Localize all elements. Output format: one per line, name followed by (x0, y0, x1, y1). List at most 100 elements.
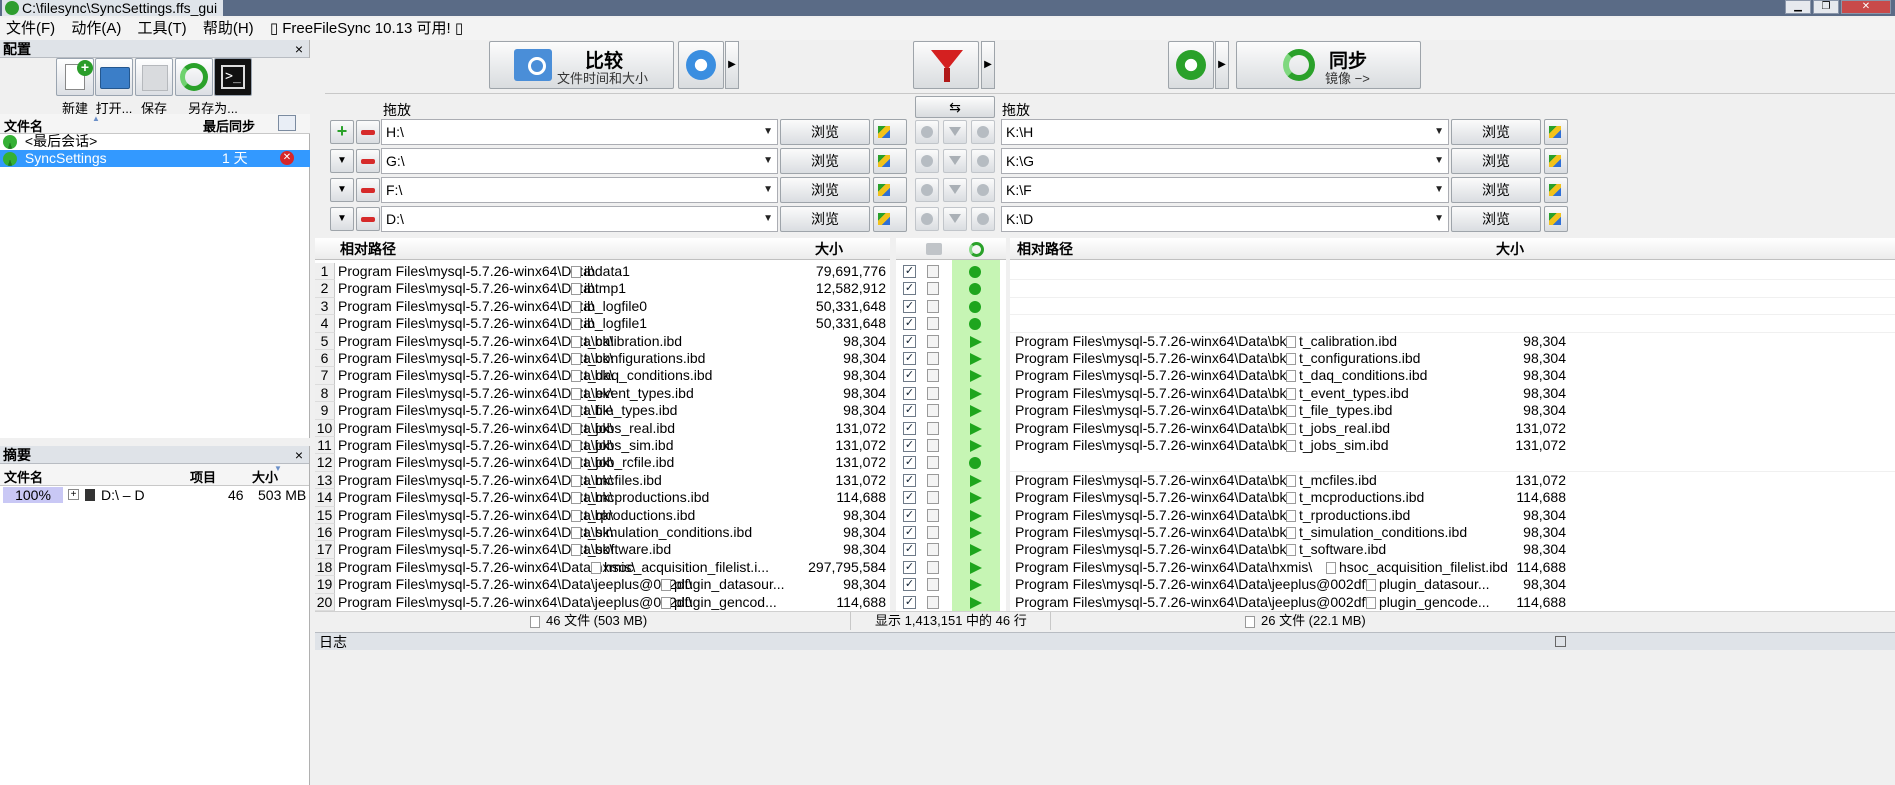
right-browse-button[interactable]: 浏览 (1451, 177, 1541, 203)
create-right-icon[interactable] (969, 457, 981, 470)
remove-folder-pair-button[interactable] (356, 207, 380, 231)
menu-action[interactable]: 动作(A) (65, 18, 127, 40)
table-row[interactable]: 12 Program Files\mysql-5.7.26-winx64\Dat… (315, 454, 890, 472)
close-window-button[interactable]: ✕ (1841, 0, 1891, 14)
table-row[interactable]: Program Files\mysql-5.7.26-winx64\Data\j… (1010, 576, 1895, 593)
include-checkbox[interactable]: ✓ (903, 334, 916, 348)
swap-sides-button[interactable]: ⇆ (915, 96, 995, 118)
right-folder-input[interactable]: K:\H ▼ (1001, 119, 1449, 145)
add-folder-pair-button[interactable]: + (330, 120, 354, 144)
filter-config-button[interactable] (943, 178, 967, 202)
camera-icon[interactable] (926, 243, 942, 255)
table-row[interactable]: Program Files\mysql-5.7.26-winx64\Data\b… (1010, 402, 1895, 419)
save-as-batch-button[interactable]: >_ (214, 58, 252, 96)
synchronize-button[interactable]: 同步 镜像 −> (1236, 41, 1421, 89)
log-expand-icon[interactable] (1555, 636, 1566, 647)
left-header-size[interactable]: 大小 (815, 238, 843, 260)
folder-pair-menu-button[interactable]: ▼ (330, 207, 354, 231)
right-cloud-button[interactable] (1544, 206, 1568, 232)
table-row[interactable]: Program Files\mysql-5.7.26-winx64\Data\b… (1010, 489, 1895, 506)
copy-right-arrow-icon[interactable] (970, 405, 982, 418)
copy-right-arrow-icon[interactable] (970, 440, 982, 452)
chevron-down-icon[interactable]: ▼ (1434, 120, 1444, 144)
include-checkbox[interactable]: ✓ (903, 369, 916, 383)
table-row[interactable]: 9 Program Files\mysql-5.7.26-winx64\Data… (315, 402, 890, 420)
remove-folder-pair-button[interactable] (356, 178, 380, 202)
left-cloud-button[interactable] (873, 206, 907, 232)
table-row[interactable]: Program Files\mysql-5.7.26-winx64\Data\b… (1010, 507, 1895, 524)
include-checkbox[interactable]: ✓ (903, 282, 916, 296)
table-row[interactable]: 10 Program Files\mysql-5.7.26-winx64\Dat… (315, 419, 890, 437)
left-cloud-button[interactable] (873, 177, 907, 203)
copy-right-arrow-icon[interactable] (970, 370, 982, 383)
summary-col-items[interactable]: 项目 (190, 467, 216, 486)
table-row[interactable]: Program Files\mysql-5.7.26-winx64\Data\b… (1010, 420, 1895, 437)
left-folder-input[interactable]: H:\ ▼ (381, 119, 778, 145)
config-pane-close-button[interactable]: × (295, 40, 303, 58)
chevron-down-icon[interactable]: ▼ (763, 149, 773, 173)
list-columns-icon[interactable] (278, 115, 296, 131)
table-row[interactable]: 4 Program Files\mysql-5.7.26-winx64\Data… (315, 315, 890, 333)
include-checkbox[interactable]: ✓ (903, 265, 916, 278)
sync-config-button[interactable] (971, 149, 995, 173)
config-item-last-session[interactable]: <最后会话> (0, 133, 310, 150)
left-browse-button[interactable]: 浏览 (780, 206, 870, 232)
table-row[interactable]: 1 Program Files\mysql-5.7.26-winx64\Data… (315, 263, 890, 281)
copy-right-arrow-icon[interactable] (970, 509, 982, 522)
sync-config-button[interactable] (971, 178, 995, 202)
save-config-button[interactable] (135, 58, 173, 96)
copy-right-arrow-icon[interactable] (970, 579, 982, 592)
create-right-icon[interactable] (969, 283, 981, 296)
include-checkbox[interactable]: ✓ (903, 543, 916, 557)
update-available-link[interactable]: ▯ FreeFileSync 10.13 可用! ▯ (264, 18, 469, 40)
filter-config-button[interactable] (943, 149, 967, 173)
include-checkbox[interactable]: ✓ (903, 473, 916, 487)
table-row[interactable]: Program Files\mysql-5.7.26-winx64\Data\b… (1010, 541, 1895, 558)
sync-column-icon[interactable] (969, 242, 984, 257)
summary-row[interactable]: 100% + D:\ – D 46 503 MB (0, 486, 309, 504)
left-folder-input[interactable]: F:\ ▼ (381, 177, 778, 203)
sync-settings-dropdown[interactable]: ▶ (1215, 41, 1229, 89)
copy-right-arrow-icon[interactable] (970, 422, 982, 435)
left-browse-button[interactable]: 浏览 (780, 119, 870, 145)
table-row[interactable]: Program Files\mysql-5.7.26-winx64\Data\b… (1010, 333, 1895, 350)
table-row[interactable]: Program Files\mysql-5.7.26-winx64\Data\b… (1010, 367, 1895, 384)
folder-pair-menu-button[interactable]: ▼ (330, 178, 354, 202)
table-row[interactable]: 15 Program Files\mysql-5.7.26-winx64\Dat… (315, 506, 890, 524)
copy-right-arrow-icon[interactable] (970, 527, 982, 539)
include-checkbox[interactable]: ✓ (903, 491, 916, 505)
table-row[interactable]: 13 Program Files\mysql-5.7.26-winx64\Dat… (315, 471, 890, 490)
folder-pair-menu-button[interactable]: ▼ (330, 149, 354, 173)
right-browse-button[interactable]: 浏览 (1451, 206, 1541, 232)
table-row[interactable]: Program Files\mysql-5.7.26-winx64\Data\b… (1010, 437, 1895, 454)
chevron-down-icon[interactable]: ▼ (763, 207, 773, 231)
remove-folder-pair-button[interactable] (356, 120, 380, 144)
copy-right-arrow-icon[interactable] (970, 544, 982, 557)
filter-button[interactable] (913, 41, 979, 89)
save-as-config-button[interactable] (175, 58, 213, 96)
table-row[interactable]: Program Files\mysql-5.7.26-winx64\Data\j… (1010, 594, 1895, 611)
table-row[interactable]: 3 Program Files\mysql-5.7.26-winx64\Data… (315, 297, 890, 316)
right-folder-input[interactable]: K:\G ▼ (1001, 148, 1449, 174)
table-row[interactable]: 20 Program Files\mysql-5.7.26-winx64\Dat… (315, 593, 890, 611)
left-folder-input[interactable]: G:\ ▼ (381, 148, 778, 174)
compare-config-button[interactable] (915, 120, 939, 144)
table-row[interactable]: 19 Program Files\mysql-5.7.26-winx64\Dat… (315, 576, 890, 594)
include-checkbox[interactable]: ✓ (903, 404, 916, 418)
include-checkbox[interactable]: ✓ (903, 456, 916, 470)
left-browse-button[interactable]: 浏览 (780, 177, 870, 203)
menu-tools[interactable]: 工具(T) (132, 18, 193, 40)
include-checkbox[interactable]: ✓ (903, 421, 916, 435)
compare-settings-dropdown[interactable]: ▶ (725, 41, 739, 89)
copy-right-arrow-icon[interactable] (970, 335, 982, 348)
include-checkbox[interactable]: ✓ (903, 386, 916, 400)
menu-file[interactable]: 文件(F) (0, 18, 61, 40)
table-row[interactable]: 5 Program Files\mysql-5.7.26-winx64\Data… (315, 332, 890, 350)
table-row[interactable]: Program Files\mysql-5.7.26-winx64\Data\b… (1010, 350, 1895, 367)
table-row[interactable]: Program Files\mysql-5.7.26-winx64\Data\b… (1010, 385, 1895, 402)
include-checkbox[interactable]: ✓ (903, 560, 916, 574)
summary-pane-close-button[interactable]: × (295, 446, 303, 464)
table-row[interactable]: 11 Program Files\mysql-5.7.26-winx64\Dat… (315, 437, 890, 455)
compare-config-button[interactable] (915, 178, 939, 202)
create-right-icon[interactable] (969, 318, 981, 331)
